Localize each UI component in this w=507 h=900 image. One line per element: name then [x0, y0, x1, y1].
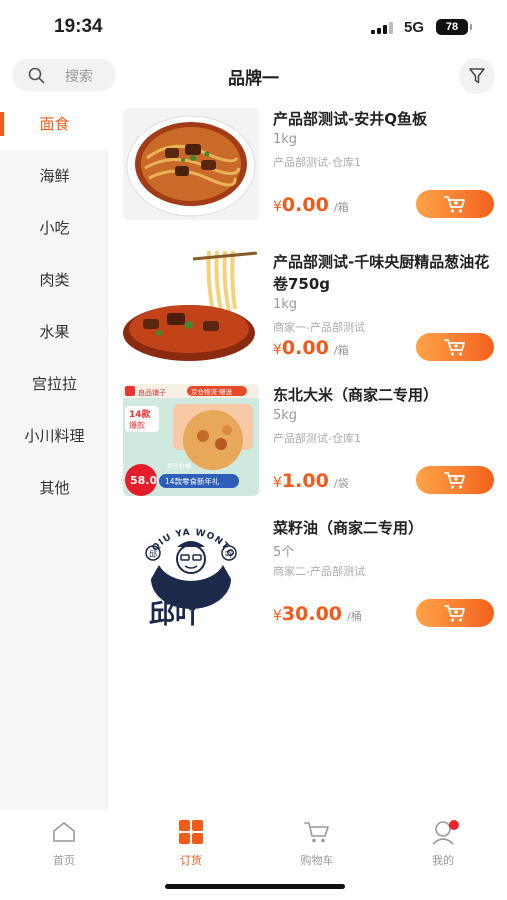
product-price: ¥30.00 /桶: [273, 603, 362, 625]
battery-icon: 78: [436, 19, 472, 35]
category-item-noodles[interactable]: 面食: [0, 98, 109, 150]
cart-icon: [444, 605, 465, 622]
product-price: ¥0.00 /箱: [273, 337, 349, 359]
product-shop: 商家一-产品部测试: [273, 321, 365, 334]
product-name: 产品部测试-千味央厨精品葱油花卷750g: [273, 253, 490, 293]
cart-icon: [444, 472, 465, 489]
product-image-beef-noodle[interactable]: [123, 108, 259, 220]
network-type: 5G: [404, 19, 425, 36]
product-image-promo-box[interactable]: 良品铺子 京仓物流·赠送 14款 爆款 58.0 到手价格 14款零食新年礼: [123, 384, 259, 496]
product-name: 产品部测试-安井Q鱼板: [273, 110, 427, 128]
category-item-other[interactable]: 其他: [0, 462, 109, 514]
cart-icon: [304, 822, 329, 843]
product-price: ¥1.00 /袋: [273, 470, 349, 492]
category-item-seafood[interactable]: 海鲜: [0, 150, 109, 202]
svg-text:京仓物流·赠送: 京仓物流·赠送: [191, 387, 233, 396]
cart-icon: [444, 339, 465, 356]
product-spec: 5个: [273, 545, 295, 560]
product-card[interactable]: 产品部测试-千味央厨精品葱油花卷750g 1kg 商家一-产品部测试 ¥0.00…: [109, 241, 507, 374]
product-card[interactable]: QIU YA WONTON 邱 吖 邱吖 菜籽油（商家二专用） 5个 商家二-产…: [109, 507, 507, 640]
svg-text:良品铺子: 良品铺子: [138, 388, 166, 397]
status-bar: 19:34 5G 78: [0, 0, 507, 54]
product-list: 产品部测试-安井Q鱼板 1kg 产品部测试-仓库1 ¥0.00 /箱 产品部测试…: [109, 98, 507, 810]
tab-cart[interactable]: 购物车: [277, 818, 357, 868]
add-to-cart-button[interactable]: [416, 333, 494, 361]
filter-button[interactable]: [459, 58, 495, 94]
product-spec: 1kg: [273, 297, 298, 312]
category-item-meat[interactable]: 肉类: [0, 254, 109, 306]
svg-text:吖: 吖: [225, 549, 233, 559]
svg-text:14款: 14款: [129, 408, 152, 420]
svg-text:58.0: 58.0: [130, 474, 157, 487]
svg-text:到手价格: 到手价格: [167, 462, 191, 470]
svg-text:14款零食新年礼: 14款零食新年礼: [165, 476, 220, 486]
grid-icon: [179, 820, 203, 844]
add-to-cart-button[interactable]: [416, 190, 494, 218]
category-item-gonglala[interactable]: 宫拉拉: [0, 358, 109, 410]
tab-home[interactable]: 首页: [24, 818, 104, 868]
product-price: ¥0.00 /箱: [273, 194, 349, 216]
product-image-noodle-soup[interactable]: [123, 251, 259, 363]
category-item-xiaochuan[interactable]: 小川料理: [0, 410, 109, 462]
svg-text:邱: 邱: [149, 550, 157, 559]
product-name: 菜籽油（商家二专用）: [273, 519, 424, 537]
svg-text:邱吖: 邱吖: [149, 600, 201, 629]
add-to-cart-button[interactable]: [416, 599, 494, 627]
filter-icon: [469, 68, 485, 84]
category-sidebar: 面食 海鲜 小吃 肉类 水果 宫拉拉 小川料理 其他: [0, 98, 109, 810]
status-time: 19:34: [54, 16, 103, 37]
product-shop: 产品部测试-仓库1: [273, 432, 361, 445]
product-spec: 5kg: [273, 408, 298, 423]
signal-icon: [371, 22, 393, 34]
product-shop: 产品部测试-仓库1: [273, 156, 361, 169]
page-title: 品牌一: [228, 69, 279, 89]
product-shop: 商家二-产品部测试: [273, 565, 365, 578]
home-indicator: [165, 884, 345, 889]
tab-order[interactable]: 订货: [151, 818, 231, 868]
notification-badge: [449, 820, 459, 830]
home-icon: [53, 822, 75, 842]
add-to-cart-button[interactable]: [416, 466, 494, 494]
product-card[interactable]: 产品部测试-安井Q鱼板 1kg 产品部测试-仓库1 ¥0.00 /箱: [109, 98, 507, 231]
product-name: 东北大米（商家二专用）: [273, 386, 439, 404]
svg-text:爆款: 爆款: [129, 420, 145, 430]
product-image-brand-logo[interactable]: QIU YA WONTON 邱 吖 邱吖: [123, 517, 259, 629]
cart-icon: [444, 196, 465, 213]
category-item-snacks[interactable]: 小吃: [0, 202, 109, 254]
category-item-fruit[interactable]: 水果: [0, 306, 109, 358]
product-spec: 1kg: [273, 132, 298, 147]
nav-header: 搜索 品牌一: [0, 54, 507, 98]
product-card[interactable]: 良品铺子 京仓物流·赠送 14款 爆款 58.0 到手价格 14款零食新年礼 东…: [109, 374, 507, 507]
tab-mine[interactable]: 我的: [403, 818, 483, 868]
